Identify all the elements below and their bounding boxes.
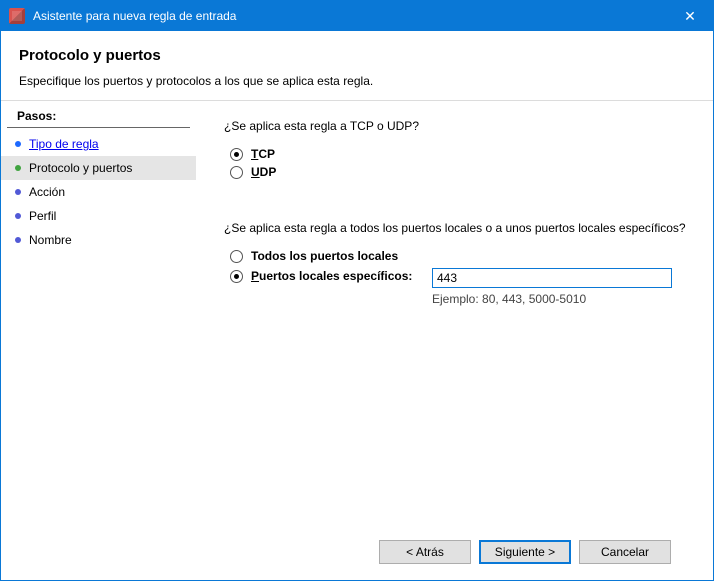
step-label: Perfil	[29, 209, 56, 223]
step-label: Protocolo y puertos	[29, 161, 132, 175]
radio-label: Todos los puertos locales	[251, 249, 398, 263]
window-title: Asistente para nueva regla de entrada	[33, 9, 667, 23]
step-label: Nombre	[29, 233, 72, 247]
steps-sidebar: Pasos: Tipo de regla Protocolo y puertos…	[1, 101, 196, 580]
titlebar: Asistente para nueva regla de entrada ✕	[1, 1, 713, 31]
radio-icon	[230, 148, 243, 161]
wizard-footer: < Atrás Siguiente > Cancelar	[224, 526, 689, 580]
radio-label: UDP	[251, 165, 276, 179]
cancel-button[interactable]: Cancelar	[579, 540, 671, 564]
back-button[interactable]: < Atrás	[379, 540, 471, 564]
radio-specific-ports[interactable]: Puertos locales específicos:	[230, 269, 420, 283]
ports-example: Ejemplo: 80, 443, 5000-5010	[432, 292, 672, 306]
step-label[interactable]: Tipo de regla	[29, 137, 99, 151]
wizard-content: ¿Se aplica esta regla a TCP o UDP? TCP U…	[196, 101, 713, 580]
firewall-icon	[9, 8, 25, 24]
next-button[interactable]: Siguiente >	[479, 540, 571, 564]
step-bullet-icon	[15, 165, 21, 171]
wizard-window: Asistente para nueva regla de entrada ✕ …	[0, 0, 714, 581]
radio-icon	[230, 166, 243, 179]
content-inner: ¿Se aplica esta regla a TCP o UDP? TCP U…	[224, 119, 689, 526]
close-button[interactable]: ✕	[667, 1, 713, 31]
radio-label: TCP	[251, 147, 275, 161]
radio-label: Puertos locales específicos:	[251, 269, 412, 283]
radio-tcp[interactable]: TCP	[230, 147, 689, 161]
step-bullet-icon	[15, 213, 21, 219]
radio-udp[interactable]: UDP	[230, 165, 689, 179]
page-title: Protocolo y puertos	[19, 47, 695, 64]
step-tipo-de-regla[interactable]: Tipo de regla	[1, 132, 196, 156]
wizard-body: Pasos: Tipo de regla Protocolo y puertos…	[1, 101, 713, 580]
close-icon: ✕	[684, 8, 696, 25]
specific-ports-input[interactable]	[432, 268, 672, 288]
page-subtitle: Especifique los puertos y protocolos a l…	[19, 74, 695, 88]
step-bullet-icon	[15, 189, 21, 195]
step-label: Acción	[29, 185, 65, 199]
step-bullet-icon	[15, 141, 21, 147]
step-nombre[interactable]: Nombre	[1, 228, 196, 252]
step-protocolo-y-puertos[interactable]: Protocolo y puertos	[1, 156, 196, 180]
wizard-header: Protocolo y puertos Especifique los puer…	[1, 31, 713, 101]
step-accion[interactable]: Acción	[1, 180, 196, 204]
question-port-scope: ¿Se aplica esta regla a todos los puerto…	[224, 221, 689, 235]
step-bullet-icon	[15, 237, 21, 243]
step-perfil[interactable]: Perfil	[1, 204, 196, 228]
radio-all-ports[interactable]: Todos los puertos locales	[230, 249, 689, 263]
radio-icon	[230, 270, 243, 283]
radio-icon	[230, 250, 243, 263]
question-protocol: ¿Se aplica esta regla a TCP o UDP?	[224, 119, 689, 133]
steps-heading: Pasos:	[7, 107, 190, 128]
